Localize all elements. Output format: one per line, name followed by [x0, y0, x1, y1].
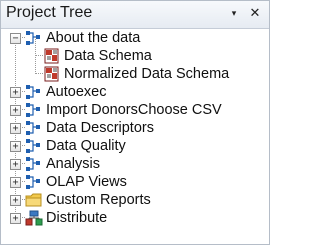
expand-toggle[interactable]: + — [10, 141, 21, 152]
report-icon — [44, 48, 59, 64]
folder-icon — [25, 193, 42, 207]
expand-toggle[interactable]: + — [10, 123, 21, 134]
process-flow-icon — [26, 85, 40, 99]
tree-branch-line — [36, 55, 43, 56]
process-flow-icon — [26, 175, 40, 189]
distribute-icon — [25, 210, 43, 226]
tree-node-import-donorschoose-csv[interactable]: + Import DonorsChoose CSV — [1, 101, 269, 119]
tree-node-label: Distribute — [46, 210, 108, 226]
tree-node-custom-reports[interactable]: + Custom Reports — [1, 191, 269, 209]
expand-toggle[interactable]: + — [10, 213, 21, 224]
expand-toggle[interactable]: + — [10, 195, 21, 206]
dropdown-arrow-icon[interactable]: ▾ — [227, 5, 241, 21]
tree-node-data-quality[interactable]: + Data Quality — [1, 137, 269, 155]
process-flow-icon — [26, 31, 40, 45]
tree-node-analysis[interactable]: + Analysis — [1, 155, 269, 173]
process-flow-icon — [26, 103, 40, 117]
expand-toggle[interactable]: + — [10, 159, 21, 170]
tree-node-normalized-data-schema[interactable]: Normalized Data Schema — [1, 65, 269, 83]
tree-node-label: Data Quality — [46, 138, 126, 154]
tree-node-data-descriptors[interactable]: + Data Descriptors — [1, 119, 269, 137]
panel-title: Project Tree — [6, 4, 93, 21]
expand-toggle[interactable]: + — [10, 105, 21, 116]
tree-node-olap-views[interactable]: + OLAP Views — [1, 173, 269, 191]
process-flow-icon — [26, 157, 40, 171]
tree-node-label: Normalized Data Schema — [64, 66, 230, 82]
expand-toggle[interactable]: + — [10, 177, 21, 188]
tree-node-data-schema[interactable]: Data Schema — [1, 47, 269, 65]
tree-node-label: Data Schema — [64, 48, 152, 64]
tree-node-label: Analysis — [46, 156, 100, 172]
tree-node-label: OLAP Views — [46, 174, 127, 190]
tree-node-distribute[interactable]: + Distribute — [1, 209, 269, 227]
process-flow-icon — [26, 121, 40, 135]
panel-titlebar: Project Tree ▾ ✕ — [1, 1, 269, 29]
tree-node-label: Import DonorsChoose CSV — [46, 102, 222, 118]
collapse-toggle[interactable]: − — [10, 33, 21, 44]
tree-node-autoexec[interactable]: + Autoexec — [1, 83, 269, 101]
tree-node-about-the-data[interactable]: − About the data — [1, 29, 269, 47]
process-flow-icon — [26, 139, 40, 153]
report-icon — [44, 66, 59, 82]
tree-node-label: Data Descriptors — [46, 120, 154, 136]
project-tree-panel: Project Tree ▾ ✕ − About the data Data S… — [0, 0, 270, 245]
tree-node-label: About the data — [46, 30, 141, 46]
project-tree: − About the data Data Schema Normalized … — [1, 29, 269, 244]
close-icon[interactable]: ✕ — [248, 5, 262, 21]
tree-node-label: Custom Reports — [46, 192, 151, 208]
expand-toggle[interactable]: + — [10, 87, 21, 98]
tree-branch-line — [36, 73, 43, 74]
tree-node-label: Autoexec — [46, 84, 107, 100]
